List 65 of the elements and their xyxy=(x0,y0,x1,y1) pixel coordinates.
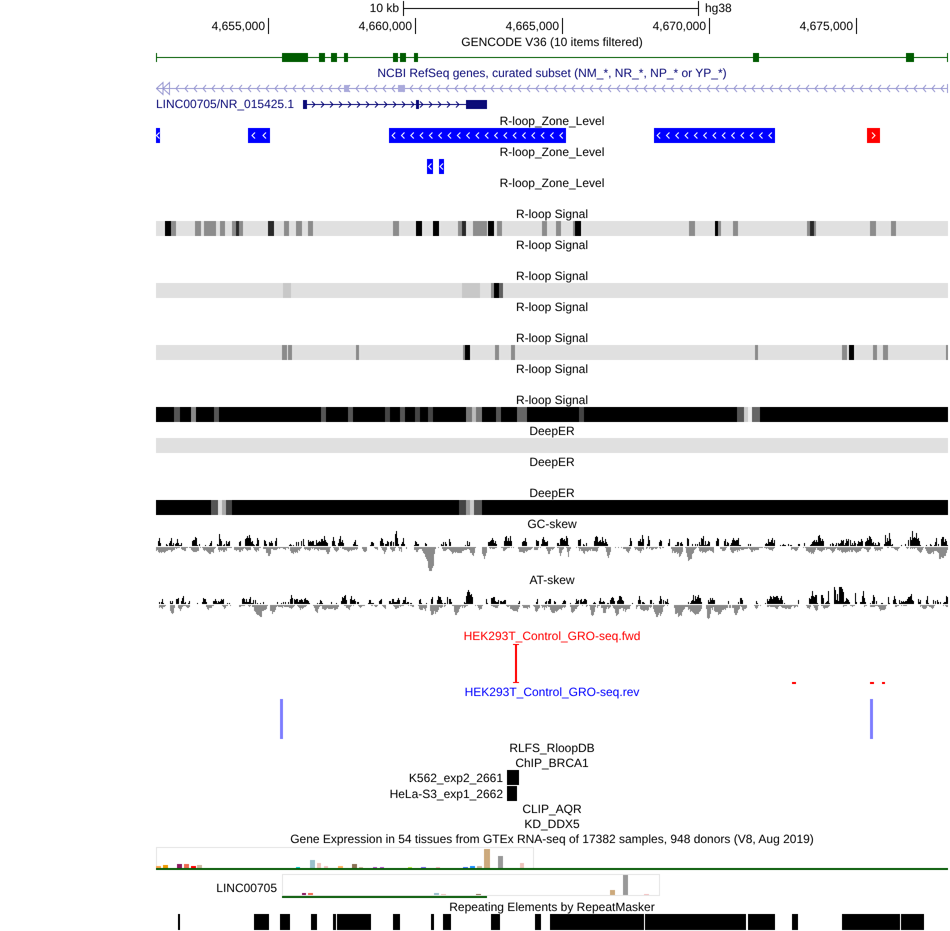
expression-bar xyxy=(623,875,628,895)
position-label: 4,665,000 xyxy=(506,18,563,34)
expression-bar xyxy=(317,863,321,868)
scale-label: 10 kb xyxy=(370,2,399,15)
track-title: R-loop Signal xyxy=(516,363,588,376)
expression-bar xyxy=(177,864,182,868)
track-title: R-loop_Zone_Level xyxy=(500,177,604,190)
track-title: NCBI RefSeq genes, curated subset (NM_*, NR_*, NP_* or YP_*) xyxy=(377,67,727,80)
expression-bar xyxy=(163,865,168,868)
peak-block xyxy=(507,786,517,801)
track-title: DeepER xyxy=(529,456,575,469)
track-title: R-loop_Zone_Level xyxy=(500,146,604,159)
track-title: KD_DDX5 xyxy=(524,818,580,831)
peak-block xyxy=(507,770,519,785)
expression-bar xyxy=(520,863,524,868)
signal-mark xyxy=(792,682,796,684)
repeat-element xyxy=(311,914,317,930)
signal-peak xyxy=(512,644,520,683)
track-title: R-loop_Zone_Level xyxy=(500,115,604,128)
sample-label: HeLa-S3_exp1_2662 xyxy=(390,787,503,801)
gene-label: LINC00705 xyxy=(216,881,277,895)
repeat-element xyxy=(254,914,269,930)
signal-bar xyxy=(280,699,283,739)
expression-bar xyxy=(184,864,189,868)
gene-label: LINC00705/NR_015425.1 xyxy=(156,96,294,112)
track-title: Gene Expression in 54 tissues from GTEx RNA-seq of 17382 samples, 948 donors (V8, Aug 2019) xyxy=(290,833,814,846)
track-title: R-loop Signal xyxy=(516,301,588,314)
track-title: CLIP_AQR xyxy=(522,803,582,816)
position-label: 4,660,000 xyxy=(358,18,416,34)
track-title: R-loop Signal xyxy=(516,270,588,283)
expression-bar xyxy=(498,856,503,868)
repeat-element xyxy=(280,914,290,930)
track-title: R-loop Signal xyxy=(516,394,588,407)
track-title: R-loop Signal xyxy=(516,239,588,252)
signal-bar xyxy=(870,699,873,739)
expression-bar xyxy=(484,849,490,868)
track-title: R-loop Signal xyxy=(516,208,588,221)
repeat-element xyxy=(748,914,775,930)
track-title: HEK293T_Control_GRO-seq.rev xyxy=(464,686,640,699)
track-title: GC-skew xyxy=(527,518,577,531)
repeat-element xyxy=(393,914,400,930)
repeat-element xyxy=(443,914,451,930)
signal-mark xyxy=(882,682,885,684)
position-label: 4,675,000 xyxy=(800,18,857,34)
track-title: GENCODE V36 (10 items filtered) xyxy=(461,36,643,49)
track-title: RLFS_RloopDB xyxy=(509,742,595,755)
repeat-element xyxy=(792,914,798,930)
expression-bar xyxy=(352,864,357,868)
track-title: ChIP_BRCA1 xyxy=(515,756,589,770)
repeat-element xyxy=(491,914,500,930)
assembly-label: hg38 xyxy=(705,2,732,15)
track-title: AT-skew xyxy=(529,574,575,587)
position-label: 4,670,000 xyxy=(652,18,710,34)
repeat-element xyxy=(431,914,434,930)
sample-label: K562_exp2_2661 xyxy=(408,771,503,785)
track-title: HEK293T_Control_GRO-seq.fwd xyxy=(464,630,640,643)
track-title: Repeating Elements by RepeatMasker xyxy=(449,900,655,914)
repeat-element xyxy=(535,914,541,930)
track-title: DeepER xyxy=(529,487,575,500)
signal-mark xyxy=(870,682,874,684)
position-label: 4,655,000 xyxy=(212,18,269,34)
track-title: DeepER xyxy=(529,425,575,438)
track-title: R-loop Signal xyxy=(516,332,588,345)
expression-bar xyxy=(310,860,315,868)
expression-bar xyxy=(610,890,615,895)
